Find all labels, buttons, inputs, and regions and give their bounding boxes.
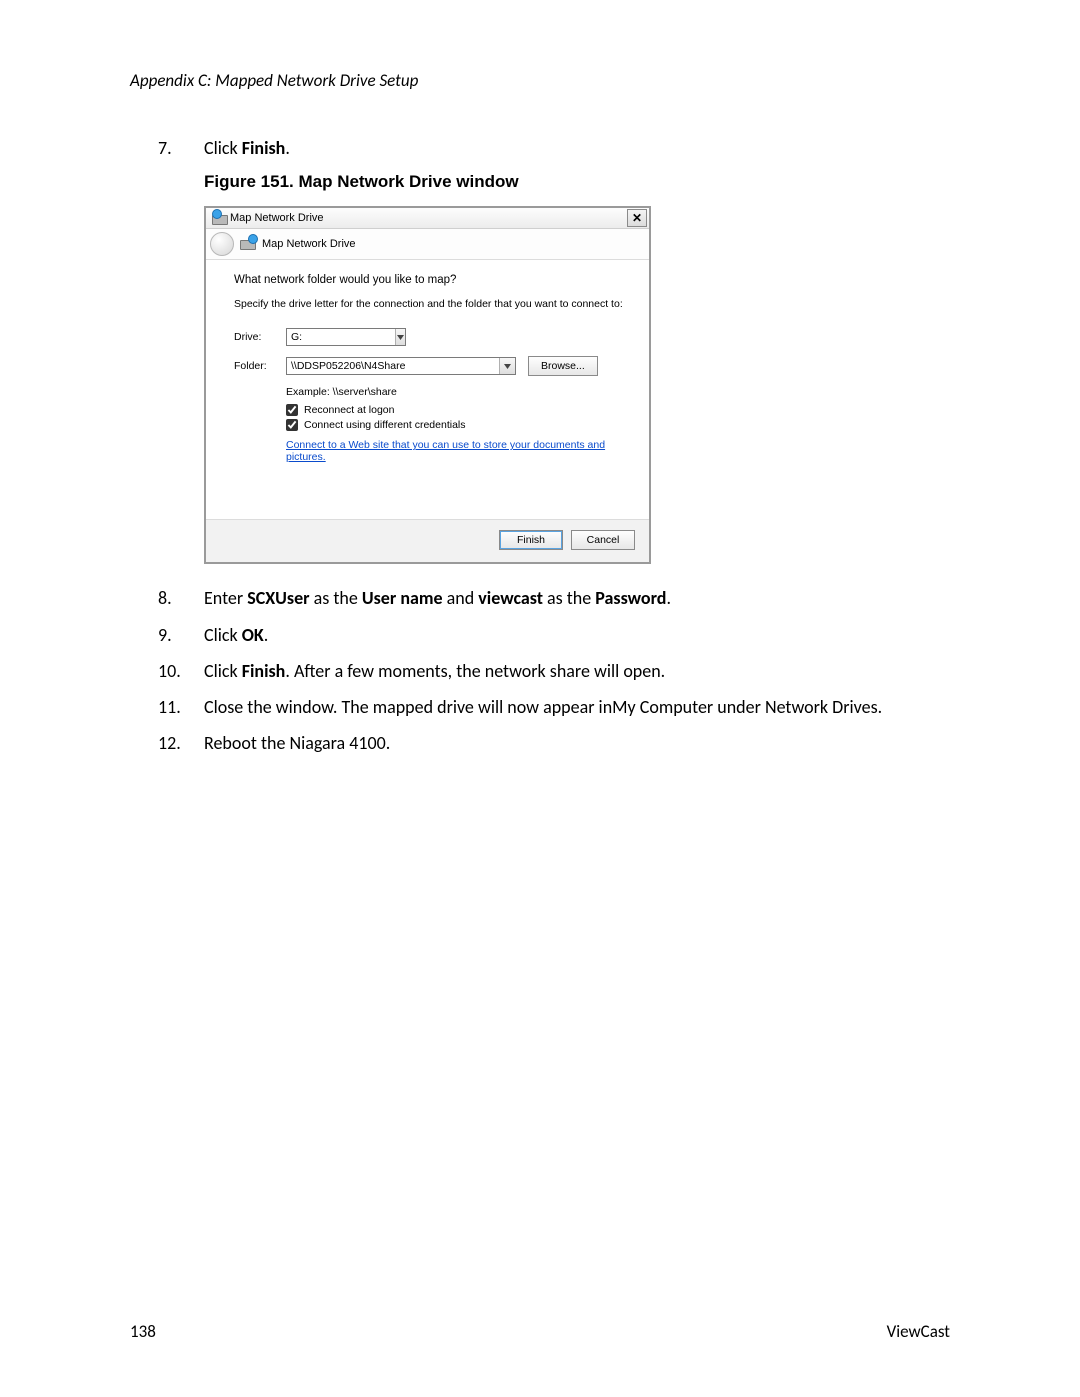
credentials-row[interactable]: Connect using different credentials [286, 419, 629, 431]
step-text: Reboot the Niagara 4100. [204, 731, 950, 755]
step-number: 10. [158, 659, 186, 683]
drive-icon [240, 236, 262, 253]
finish-button[interactable]: Finish [499, 530, 563, 550]
step-number: 11. [158, 695, 186, 719]
reconnect-label: Reconnect at logon [304, 404, 394, 416]
text: Click [204, 137, 242, 159]
step-7: 7. Click Finish. [158, 136, 950, 160]
drive-input[interactable] [287, 329, 395, 345]
step-number: 7. [158, 136, 186, 160]
step-8: 8. Enter SCXUser as the User name and vi… [158, 586, 950, 610]
chevron-down-icon[interactable] [395, 329, 405, 345]
text: . After a few moments, the network share… [285, 660, 665, 682]
drive-icon [212, 211, 226, 225]
step-number: 8. [158, 586, 186, 610]
drive-row: Drive: [234, 328, 629, 346]
bold-text: SCXUser [247, 587, 309, 609]
browse-button[interactable]: Browse... [528, 356, 598, 376]
reconnect-checkbox[interactable] [286, 404, 298, 416]
drive-combo[interactable] [286, 328, 406, 346]
web-storage-link[interactable]: Connect to a Web site that you can use t… [286, 439, 629, 463]
instruction-list: 7. Click Finish. Figure 151. Map Network… [158, 136, 950, 756]
page-number: 138 [130, 1321, 156, 1342]
step-number: 12. [158, 731, 186, 755]
folder-input[interactable] [287, 358, 499, 374]
wizard-title: Map Network Drive [262, 238, 356, 250]
reconnect-row[interactable]: Reconnect at logon [286, 404, 629, 416]
drive-label: Drive: [234, 331, 286, 343]
cancel-button[interactable]: Cancel [571, 530, 635, 550]
titlebar: Map Network Drive ✕ [206, 208, 649, 229]
options-column: Example: \\server\share Reconnect at log… [286, 386, 629, 463]
folder-row: Folder: Browse... [234, 356, 629, 376]
figure-caption: Figure 151. Map Network Drive window [204, 172, 950, 192]
example-text: Example: \\server\share [286, 386, 629, 398]
step-text: Click OK. [204, 623, 950, 647]
dialog-heading: What network folder would you like to ma… [234, 274, 629, 286]
text: Click [204, 624, 242, 646]
credentials-label: Connect using different credentials [304, 419, 466, 431]
text: . [666, 587, 671, 609]
step-12: 12. Reboot the Niagara 4100. [158, 731, 950, 755]
step-text: Enter SCXUser as the User name and viewc… [204, 586, 950, 610]
folder-label: Folder: [234, 360, 286, 372]
dialog-subheading: Specify the drive letter for the connect… [234, 298, 629, 310]
wizard-header: Map Network Drive [206, 229, 649, 260]
page-footer: 138 ViewCast [130, 1321, 950, 1342]
text: as the [310, 587, 362, 609]
dialog-button-row: Finish Cancel [206, 519, 649, 562]
close-button[interactable]: ✕ [627, 209, 647, 227]
step-text: Click Finish. After a few moments, the n… [204, 659, 950, 683]
text: Click [204, 660, 242, 682]
bold-text: Password [595, 587, 666, 609]
text: and [443, 587, 479, 609]
brand-name: ViewCast [887, 1321, 950, 1342]
map-network-drive-dialog: Map Network Drive ✕ Map Network Drive Wh… [204, 206, 651, 564]
text: as the [543, 587, 595, 609]
step-10: 10. Click Finish. After a few moments, t… [158, 659, 950, 683]
figure-block: Figure 151. Map Network Drive window Map… [204, 172, 950, 564]
step-text: Close the window. The mapped drive will … [204, 695, 950, 719]
step-number: 9. [158, 623, 186, 647]
bold-text: Finish [242, 137, 286, 159]
window-title: Map Network Drive [230, 212, 627, 224]
bold-text: viewcast [478, 587, 543, 609]
chevron-down-icon[interactable] [499, 358, 515, 374]
step-9: 9. Click OK. [158, 623, 950, 647]
running-head: Appendix C: Mapped Network Drive Setup [130, 70, 950, 91]
bold-text: OK [242, 624, 264, 646]
step-11: 11. Close the window. The mapped drive w… [158, 695, 950, 719]
credentials-checkbox[interactable] [286, 419, 298, 431]
bold-text: Finish [242, 660, 286, 682]
folder-combo[interactable] [286, 357, 516, 375]
step-text: Click Finish. [204, 136, 950, 160]
back-button[interactable] [210, 232, 234, 256]
document-page: Appendix C: Mapped Network Drive Setup 7… [0, 0, 1080, 1397]
bold-text: User name [362, 587, 443, 609]
text: Enter [204, 587, 247, 609]
text: . [264, 624, 269, 646]
dialog-body: What network folder would you like to ma… [206, 260, 649, 469]
text: . [285, 137, 290, 159]
